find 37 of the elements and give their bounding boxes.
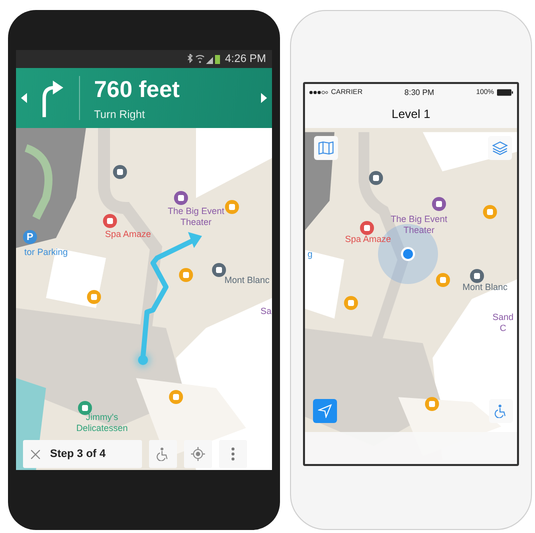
distance-text: 760 feet xyxy=(94,76,181,102)
location-arrow-icon xyxy=(318,404,332,418)
map-label: Sand C xyxy=(491,312,515,334)
map-view-button[interactable] xyxy=(314,136,338,160)
wheelchair-button[interactable] xyxy=(149,440,177,468)
map-label: tor Parking xyxy=(23,247,69,258)
status-icons xyxy=(186,54,220,64)
map-label: The Big Event Theater xyxy=(166,206,226,228)
map-label: Spa Amaze xyxy=(104,229,152,240)
wheelchair-icon xyxy=(156,447,170,461)
map-label: Jimmy's Delicatessen xyxy=(75,412,129,434)
signal-dots-icon xyxy=(309,90,328,94)
map-label: Mont Blanc xyxy=(223,275,271,286)
more-button[interactable] xyxy=(219,440,247,468)
more-icon xyxy=(231,447,235,461)
screen-title: Level 1 xyxy=(305,100,517,128)
status-time: 8:30 PM xyxy=(403,88,436,96)
close-icon[interactable] xyxy=(31,450,40,458)
map-label: g xyxy=(306,249,314,260)
layers-icon xyxy=(492,141,508,155)
map-label: Mont Blanc xyxy=(461,282,509,293)
layers-button[interactable] xyxy=(488,136,512,160)
previous-arrow-icon[interactable] xyxy=(21,93,27,103)
folded-map-icon xyxy=(318,141,334,155)
wheelchair-icon xyxy=(494,404,508,418)
step-text: Step 3 of 4 xyxy=(50,448,106,460)
status-time: 4:26 PM xyxy=(225,53,266,65)
map-label: The Big Event Theater xyxy=(390,214,448,236)
crosshair-icon xyxy=(191,447,205,461)
map-label: Sa xyxy=(259,306,272,317)
locate-button[interactable] xyxy=(184,440,212,468)
locate-button[interactable] xyxy=(313,399,337,423)
wheelchair-button[interactable] xyxy=(489,399,513,423)
battery-icon xyxy=(497,88,513,96)
next-arrow-icon[interactable] xyxy=(261,93,267,103)
instruction-text: Turn Right xyxy=(94,108,146,120)
map-label: Spa Amaze xyxy=(344,234,392,245)
